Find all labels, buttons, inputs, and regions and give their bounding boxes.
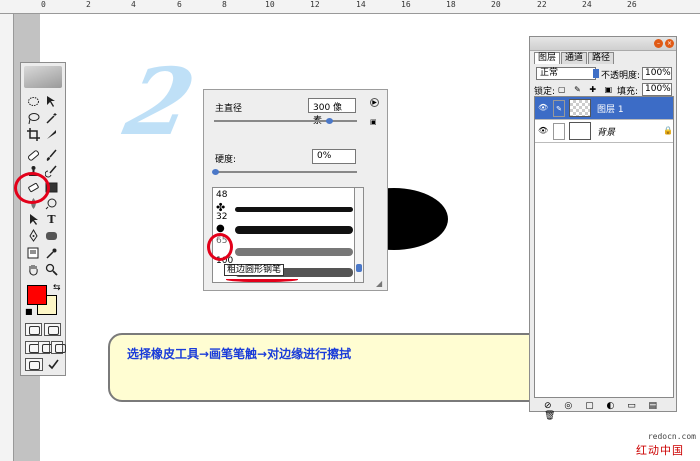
chevron-down-icon[interactable] <box>593 69 599 78</box>
notes-tool-icon[interactable] <box>25 245 42 261</box>
ruler-number: 4 <box>131 0 136 9</box>
instruction-text: 选择橡皮工具→画笔笔触→对边缘进行擦拭 <box>127 347 352 361</box>
quick-mask-button[interactable] <box>44 323 61 336</box>
default-colors-icon[interactable]: ■ <box>25 307 33 316</box>
ruler-number: 10 <box>265 0 275 9</box>
layer-name: 图层 1 <box>597 105 624 115</box>
crop-tool-icon[interactable] <box>25 126 42 142</box>
ruler-number: 20 <box>491 0 501 9</box>
path-selection-tool-icon[interactable] <box>25 211 42 227</box>
lock-icon: 🔒 <box>663 126 673 135</box>
feather-logo-icon <box>24 66 62 88</box>
pen-tool-icon[interactable] <box>25 227 42 243</box>
diameter-field[interactable]: 300 像素 <box>308 98 356 126</box>
close-icon[interactable]: × <box>665 39 674 48</box>
full-screen-button[interactable] <box>51 341 66 354</box>
diameter-slider-thumb[interactable] <box>326 118 333 124</box>
save-brush-icon[interactable]: ▣ <box>370 118 377 126</box>
panel-titlebar[interactable]: – × <box>530 37 676 51</box>
swap-colors-icon[interactable]: ⇆ <box>53 283 61 293</box>
ruler-number: 0 <box>41 0 46 9</box>
decorative-number: 2 <box>116 48 204 156</box>
eye-icon[interactable]: 👁 <box>538 103 548 112</box>
layer-row[interactable]: 👁 背景 🔒 <box>535 120 673 143</box>
ruler-number: 12 <box>310 0 320 9</box>
panel-menu-icon[interactable]: ▶ <box>370 98 379 107</box>
brush-icon[interactable]: ✎ <box>553 100 565 117</box>
tools-panel: T ⇆ ■ <box>20 62 66 376</box>
hardness-slider[interactable] <box>214 171 357 173</box>
brush-tool-icon[interactable] <box>43 147 60 163</box>
brush-highlight-underline <box>226 276 298 282</box>
brush-size-label: 48 <box>216 190 228 200</box>
check-icon[interactable] <box>45 356 62 372</box>
healing-brush-tool-icon[interactable] <box>25 147 42 163</box>
lasso-tool-icon[interactable] <box>25 110 42 126</box>
diameter-label: 主直径 <box>215 104 243 114</box>
layer-thumbnail <box>569 99 591 117</box>
fill-field[interactable]: 100% <box>642 83 672 96</box>
brush-size-label: 32 <box>216 212 228 222</box>
ruler-number: 2 <box>86 0 91 9</box>
ruler-number: 16 <box>401 0 411 9</box>
layer-row[interactable]: 👁 ✎ 图层 1 <box>535 97 673 120</box>
jump-to-imageready-button[interactable] <box>25 358 43 371</box>
brush-picker-panel: 主直径 300 像素 ▶ ▣ 硬度: 0% 48 ✤ 32 ● 65 100 粗… <box>203 89 388 291</box>
layer-thumbnail <box>569 122 591 140</box>
ruler-number: 24 <box>582 0 592 9</box>
hardness-slider-thumb[interactable] <box>212 169 219 175</box>
instruction-callout: 选择橡皮工具→画笔笔触→对边缘进行擦拭 <box>108 333 583 402</box>
left-ruler <box>0 14 14 461</box>
layer-list: 👁 ✎ 图层 1 👁 背景 🔒 <box>534 96 674 398</box>
watermark-url: redocn.com <box>647 432 696 441</box>
blend-mode-value: 正常 <box>540 68 559 78</box>
ruler-number: 22 <box>537 0 547 9</box>
full-screen-menu-button[interactable] <box>38 341 53 354</box>
panel-tabs: 图层 通道 路径 <box>534 52 615 64</box>
diameter-slider[interactable] <box>214 120 357 122</box>
brush-stroke-preview[interactable] <box>235 248 353 256</box>
tab-paths[interactable]: 路径 <box>588 52 615 64</box>
brush-stroke-preview[interactable] <box>235 226 353 234</box>
ruler-number: 6 <box>177 0 182 9</box>
eyedropper-tool-icon[interactable] <box>43 245 60 261</box>
blend-mode-select[interactable]: 正常 <box>536 67 599 80</box>
ruler-number: 26 <box>627 0 637 9</box>
opacity-label: 不透明度: <box>601 71 641 81</box>
link-slot[interactable] <box>553 123 565 140</box>
minimize-icon[interactable]: – <box>654 39 663 48</box>
hand-tool-icon[interactable] <box>25 261 42 277</box>
move-tool-icon[interactable] <box>43 93 60 109</box>
ruler-number: 18 <box>446 0 456 9</box>
ruler-number: 8 <box>222 0 227 9</box>
scrollbar-thumb[interactable] <box>356 264 362 272</box>
opacity-field[interactable]: 100% <box>642 67 672 80</box>
marquee-tool-icon[interactable] <box>25 93 42 109</box>
resize-grip-icon[interactable]: ◢ <box>376 279 382 288</box>
watermark-site-name: 红动中国 <box>636 444 684 457</box>
top-ruler: 0 2 4 6 8 10 12 14 16 18 20 22 24 26 <box>0 0 700 14</box>
magic-wand-tool-icon[interactable] <box>43 110 60 126</box>
brush-highlight-circle <box>207 233 233 261</box>
foreground-color-swatch[interactable] <box>27 285 47 305</box>
layer-name: 背景 <box>597 128 616 138</box>
tab-layers[interactable]: 图层 <box>534 52 561 64</box>
standard-mode-button[interactable] <box>25 323 42 336</box>
zoom-tool-icon[interactable] <box>43 261 60 277</box>
brush-list-scrollbar[interactable] <box>354 187 364 283</box>
lock-options-icon[interactable]: ▢ ✎ ✚ ▣ <box>558 85 615 94</box>
tab-channels[interactable]: 通道 <box>561 52 588 64</box>
type-tool-icon[interactable]: T <box>43 211 60 227</box>
brush-tooltip: 粗边圆形钢笔 <box>224 264 285 276</box>
hardness-label: 硬度: <box>215 155 237 165</box>
ruler-number: 14 <box>356 0 366 9</box>
slice-tool-icon[interactable] <box>43 126 60 142</box>
shape-tool-icon[interactable] <box>43 227 60 243</box>
eraser-highlight-circle <box>14 172 50 204</box>
layer-actions-bar[interactable]: ⊘ ◎ ▢ ◐ ▭ ▤ 🗑 <box>544 401 676 421</box>
brush-stroke-preview[interactable] <box>235 207 353 212</box>
eye-icon[interactable]: 👁 <box>538 126 548 135</box>
layers-panel: – × 图层 通道 路径 正常 不透明度: 100% 锁定: ▢ ✎ ✚ ▣ 填… <box>529 36 677 421</box>
hardness-field[interactable]: 0% <box>312 149 356 164</box>
